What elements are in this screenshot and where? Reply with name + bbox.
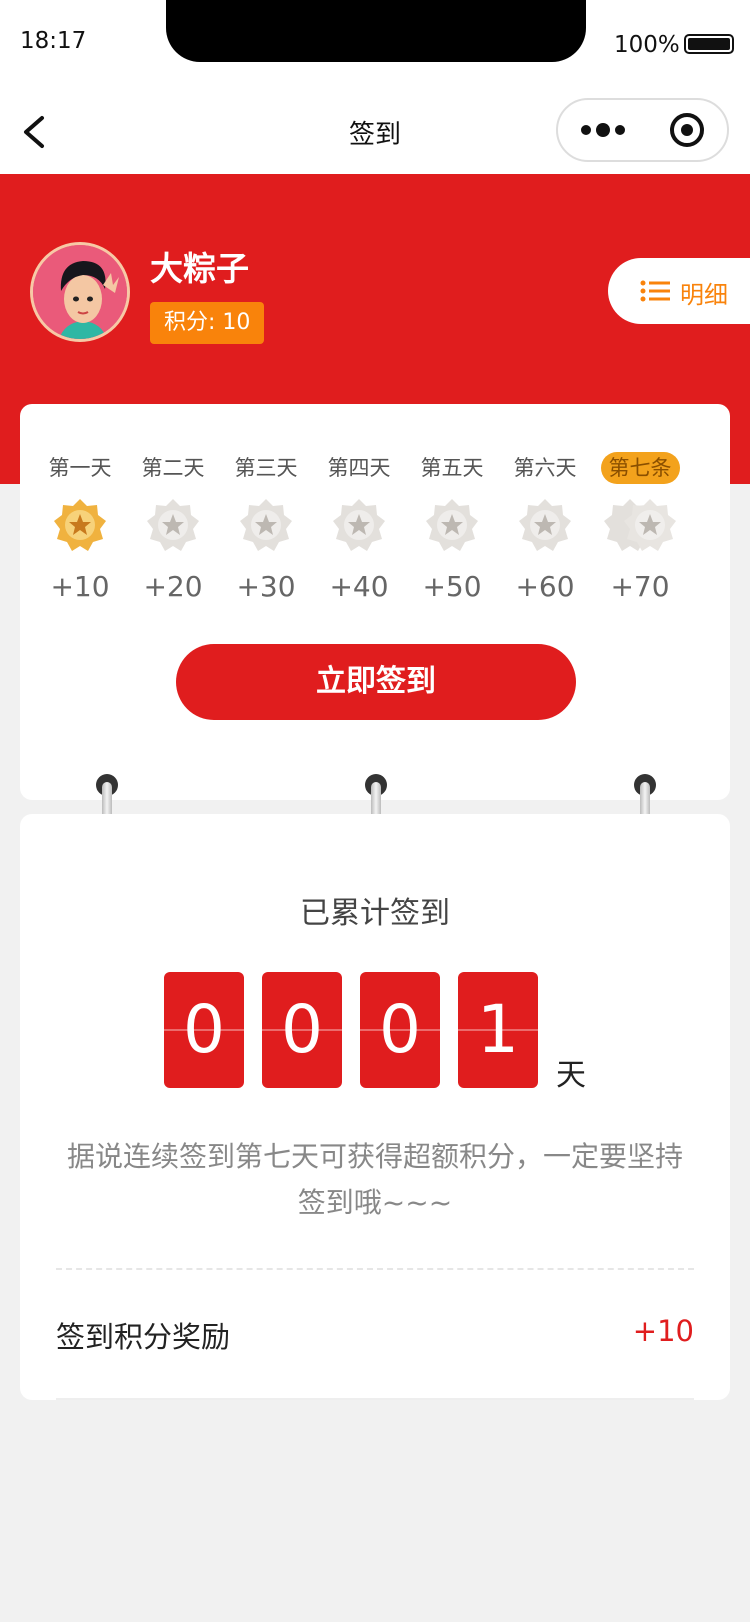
counter-digit: 0 xyxy=(164,972,244,1088)
status-bar: 18:17 100% xyxy=(0,0,750,88)
day-item: 第三天 +30 xyxy=(218,452,314,603)
day-points: +20 xyxy=(143,570,203,603)
day-item: 第一天 +10 xyxy=(32,452,128,603)
reward-value: +10 xyxy=(632,1314,694,1348)
day-points: +60 xyxy=(515,570,575,603)
day-item: 第二天 +20 xyxy=(125,452,221,603)
cumulative-title: 已累计签到 xyxy=(300,896,450,931)
more-dots-icon[interactable] xyxy=(578,120,628,140)
detail-label: 明细 xyxy=(680,281,728,309)
medal-icon-grey xyxy=(147,499,199,551)
day-item: 第七条 +70 xyxy=(592,452,688,603)
day-label: 第二天 xyxy=(141,456,205,480)
divider xyxy=(56,1268,694,1270)
avatar-portrait-icon xyxy=(33,245,127,339)
day-points: +40 xyxy=(329,570,389,603)
mini-program-capsule xyxy=(556,98,729,162)
day-label: 第四天 xyxy=(327,456,391,480)
points-badge: 积分: 10 xyxy=(150,302,265,344)
detail-button[interactable]: 明细 xyxy=(608,258,750,324)
day-points: +10 xyxy=(50,570,110,603)
day-label: 第六天 xyxy=(513,456,577,480)
day-label: 第五天 xyxy=(420,456,484,480)
day-points: +70 xyxy=(610,570,670,603)
username: 大粽子 xyxy=(150,249,249,288)
medal-icon-grey xyxy=(426,499,478,551)
day-item: 第四天 +40 xyxy=(311,452,407,603)
day-label-highlight: 第七条 xyxy=(600,452,680,484)
counter-unit: 天 xyxy=(556,1058,586,1093)
checkin-card: 第一天 +10 第二天 +20 第三天 +30 第四天 +40 第五天 +50 … xyxy=(20,404,730,800)
battery-icon xyxy=(684,34,734,54)
day-item: 第六天 +60 xyxy=(497,452,593,603)
counter-digit: 1 xyxy=(458,972,538,1088)
device-notch xyxy=(166,0,586,62)
day-points: +30 xyxy=(236,570,296,603)
medal-icon-grey xyxy=(333,499,385,551)
checkin-button[interactable]: 立即签到 xyxy=(176,644,576,720)
tip-text: 据说连续签到第七天可获得超额积分，一定要坚持签到哦~~~ xyxy=(66,1140,683,1219)
day-label: 第三天 xyxy=(234,456,298,480)
list-icon xyxy=(640,280,670,302)
double-medal-icon xyxy=(604,499,676,551)
nav-bar: 签到 xyxy=(0,88,750,174)
day-label: 第一天 xyxy=(48,456,112,480)
battery-percent: 100% xyxy=(614,32,680,58)
reward-label: 签到积分奖励 xyxy=(56,1320,231,1354)
cumulative-card: 已累计签到 0 0 0 1 天 据说连续签到第七天可获得超额积分，一定要坚持签到… xyxy=(20,814,730,1400)
divider xyxy=(56,1398,694,1400)
medal-icon-grey xyxy=(240,499,292,551)
close-target-icon[interactable] xyxy=(670,113,704,147)
avatar xyxy=(30,242,130,342)
day-points: +50 xyxy=(422,570,482,603)
day-item: 第五天 +50 xyxy=(404,452,500,603)
medal-icon-grey xyxy=(519,499,571,551)
status-time: 18:17 xyxy=(20,28,87,54)
counter-digit: 0 xyxy=(262,972,342,1088)
counter-digit: 0 xyxy=(360,972,440,1088)
medal-icon-gold xyxy=(54,499,106,551)
